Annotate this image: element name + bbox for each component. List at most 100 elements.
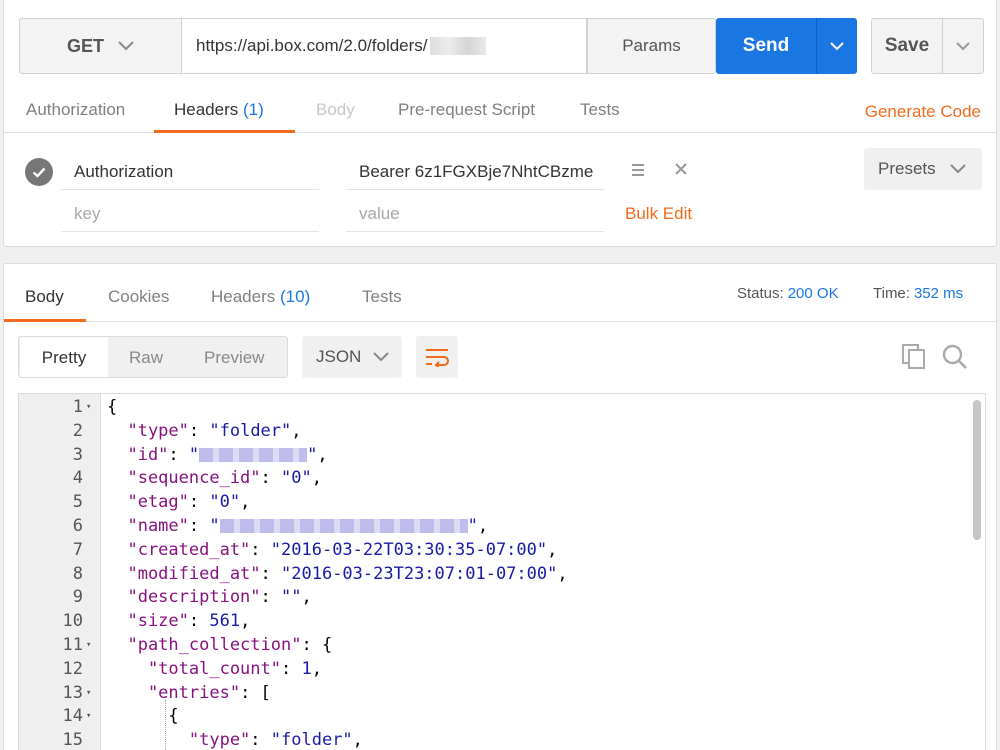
header-key-placeholder[interactable]: key [61,192,319,232]
method-label: GET [67,35,105,56]
format-label: JSON [316,347,362,366]
fold-toggle-icon[interactable]: ▾ [86,682,91,706]
generate-code-link[interactable]: Generate Code [865,102,981,122]
presets-label: Presets [878,159,936,178]
time-value: 352 ms [913,285,964,302]
close-icon[interactable] [674,162,688,176]
code-text: "path_collection": { [107,634,333,655]
header-value-input[interactable]: Bearer 6z1FGXBje7NhtCBzme [346,150,604,190]
code-text: { [107,397,118,417]
code-line: 2 "type": "folder", [19,420,969,444]
view-mode-pretty[interactable]: Pretty [20,337,108,377]
tab-label: Cookies [108,287,170,306]
code-text: "id": " ", [107,444,328,465]
code-text: "sequence_id": "0", [107,468,322,489]
url-text: https://api.box.com/2.0/folders/ [196,36,428,55]
header-row-empty: key value Bulk Edit [4,192,996,234]
send-button[interactable]: Send [716,18,816,74]
save-options-button[interactable] [942,18,984,74]
search-icon[interactable] [942,344,968,370]
redacted-value [199,447,308,462]
line-number: 15 [62,730,83,750]
header-value-placeholder[interactable]: value [346,192,604,232]
tab-label: Pre-request Script [398,100,535,119]
tab-count: (10) [280,287,311,306]
line-number: 8 [72,563,83,584]
line-number: 7 [72,539,83,560]
code-text: "created_at": "2016-03-22T03:30:35-07:00… [107,539,558,560]
wrap-lines-icon [426,349,449,367]
wrap-lines-button[interactable] [416,336,458,378]
method-dropdown[interactable]: GET [19,18,182,74]
chevron-down-icon [956,41,970,50]
code-text: "description": "", [107,587,312,608]
header-enabled-checkbox[interactable] [25,158,53,186]
view-mode-selector: Pretty Raw Preview [18,336,288,378]
line-number: 4 [72,468,83,489]
tab-response-tests[interactable]: Tests [362,264,402,322]
format-dropdown[interactable]: JSON [302,336,402,378]
line-number: 10 [62,611,83,632]
checkmark-icon [32,167,46,178]
params-button[interactable]: Params [587,18,716,74]
code-text: "total_count": 1, [107,658,322,679]
header-key-input[interactable]: Authorization [61,150,319,190]
code-text: "name": " ", [107,515,489,536]
line-number: 11 [62,634,83,655]
response-panel: Body Cookies Headers (10) Tests Status: 2… [3,263,997,750]
code-text: "etag": "0", [107,492,251,513]
indent-guide [165,700,166,750]
redacted-folder-id [429,37,486,55]
chevron-down-icon [373,352,390,362]
tab-count: (1) [243,100,264,119]
view-mode-raw[interactable]: Raw [129,337,163,377]
chevron-down-icon [949,164,966,174]
code-line: 8 "modified_at": "2016-03-23T23:07:01-07… [19,563,969,587]
send-options-button[interactable] [816,18,857,74]
code-line: 6 "name": " ", [19,515,969,539]
line-number: 14 [62,706,83,727]
bulk-edit-link[interactable]: Bulk Edit [625,204,692,224]
chevron-down-icon [118,41,134,51]
tab-headers[interactable]: Headers (1) [154,87,295,133]
tab-label: Headers [174,100,239,119]
url-input[interactable]: https://api.box.com/2.0/folders/ [181,18,587,74]
code-line: 7 "created_at": "2016-03-22T03:30:35-07:… [19,539,969,563]
drag-handle-icon[interactable] [632,164,644,176]
redacted-value [219,518,468,533]
vertical-scrollbar[interactable] [973,400,981,540]
time-readout: Time: 352 ms [873,285,963,302]
response-body-editor[interactable]: 1 ▾{2 "type": "folder", 3 "id": " ", 4 "sequ… [18,393,986,750]
save-button[interactable]: Save [871,18,943,74]
fold-toggle-icon[interactable]: ▾ [86,396,91,420]
tab-cookies[interactable]: Cookies [108,264,169,322]
code-line: 9 "description": "", [19,586,969,610]
tab-label: Tests [362,287,402,306]
line-number: 12 [62,658,83,679]
fold-toggle-icon[interactable]: ▾ [86,634,91,658]
tab-pre-request-script[interactable]: Pre-request Script [398,87,535,133]
json-code: 1 ▾{2 "type": "folder", 3 "id": " ", 4 "sequ… [19,396,969,750]
tab-tests[interactable]: Tests [580,87,620,133]
tab-label: Headers [211,287,276,306]
copy-icon[interactable] [902,344,926,370]
code-text: "entries": [ [107,682,271,703]
code-line: 14 ▾ { [19,705,969,729]
status-readout: Status: 200 OK [737,285,839,302]
fold-toggle-icon[interactable]: ▾ [86,705,91,729]
tab-body[interactable]: Body [316,87,355,133]
tab-response-body[interactable]: Body [4,264,86,322]
status-value: 200 OK [787,285,839,302]
tab-authorization[interactable]: Authorization [26,87,125,133]
code-line: 5 "etag": "0", [19,491,969,515]
chevron-down-icon [830,41,844,50]
header-row: Authorization Bearer 6z1FGXBje7NhtCBzme [4,150,996,192]
code-line: 1 ▾ { [19,396,969,420]
presets-dropdown[interactable]: Presets [864,148,982,190]
line-number: 13 [62,682,83,703]
tab-response-headers[interactable]: Headers (10) [211,264,310,322]
code-text: "size": 561, [107,611,251,632]
line-number: 3 [72,444,83,465]
code-line: 3 "id": " ", [19,444,969,468]
view-mode-preview[interactable]: Preview [204,337,264,377]
